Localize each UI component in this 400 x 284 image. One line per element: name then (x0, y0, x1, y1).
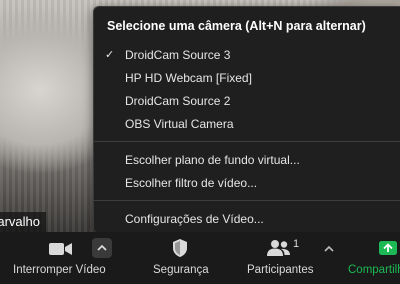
share-screen-button[interactable]: Compartilhar (340, 232, 400, 284)
camera-option-obs[interactable]: OBS Virtual Camera (94, 114, 400, 134)
camera-option-label: DroidCam Source 3 (125, 48, 231, 62)
menu-item-label: Configurações de Vídeo... (125, 212, 264, 226)
menu-item-label: Escolher filtro de vídeo... (125, 176, 258, 190)
camera-option-label: DroidCam Source 2 (125, 94, 231, 108)
video-filter-item[interactable]: Escolher filtro de vídeo... (94, 173, 400, 193)
participants-icon (267, 240, 290, 256)
participants-button[interactable]: 1 Participantes (244, 232, 316, 284)
participants-count: 1 (293, 238, 300, 250)
check-icon: ✓ (105, 49, 115, 61)
security-button[interactable]: Segurança (146, 232, 216, 284)
camera-option-droidcam-2[interactable]: DroidCam Source 2 (94, 91, 400, 111)
menu-item-label: Escolher plano de fundo virtual... (125, 153, 300, 167)
share-screen-label: Compartilhar (348, 264, 400, 276)
camera-option-label: OBS Virtual Camera (125, 117, 234, 131)
video-options-chevron[interactable] (92, 238, 112, 258)
stop-video-button[interactable]: Interromper Vídeo (0, 232, 106, 284)
shield-icon (173, 239, 187, 257)
chevron-up-icon[interactable] (324, 245, 334, 253)
participants-label: Participantes (247, 264, 314, 276)
camera-option-droidcam-3[interactable]: ✓ DroidCam Source 3 (94, 45, 400, 65)
camera-option-label: HP HD Webcam [Fixed] (125, 71, 252, 85)
camera-option-hp-webcam[interactable]: HP HD Webcam [Fixed] (94, 68, 400, 88)
menu-divider (94, 200, 400, 201)
virtual-background-item[interactable]: Escolher plano de fundo virtual... (94, 150, 400, 170)
menu-header: Selecione uma câmera (Alt+N para alterna… (107, 19, 366, 33)
stop-video-label: Interromper Vídeo (13, 264, 106, 276)
meeting-toolbar: Interromper Vídeo Segurança 1 Participan… (0, 232, 400, 284)
share-screen-icon (379, 241, 397, 255)
video-settings-item[interactable]: Configurações de Vídeo... (94, 209, 400, 229)
camera-select-menu: Selecione uma câmera (Alt+N para alterna… (93, 6, 400, 234)
chevron-up-icon (97, 244, 107, 251)
security-label: Segurança (153, 264, 209, 276)
menu-divider (94, 141, 400, 142)
participant-name: arvalho (0, 214, 40, 229)
video-camera-icon (49, 243, 72, 255)
participant-name-tag: arvalho (0, 212, 46, 232)
